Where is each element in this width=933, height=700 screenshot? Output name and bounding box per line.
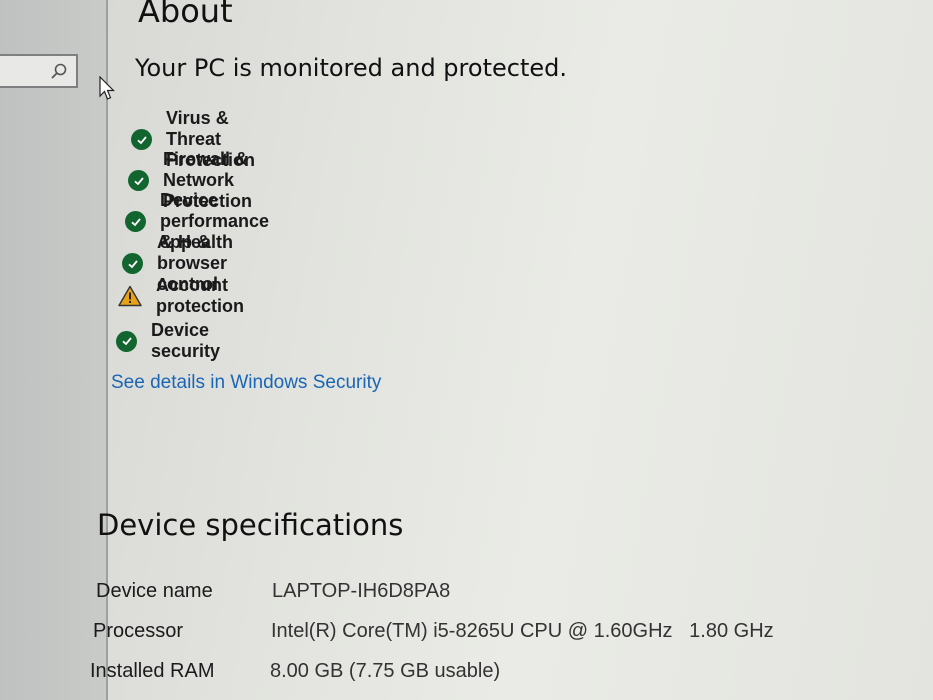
check-circle-icon xyxy=(116,330,137,352)
status-item-device-security: Device security xyxy=(116,320,220,362)
spec-label: Device name xyxy=(96,580,213,602)
mouse-pointer-icon xyxy=(99,76,115,100)
search-input[interactable] xyxy=(0,54,78,88)
check-circle-icon xyxy=(128,170,149,191)
spec-label: Processor xyxy=(93,620,184,642)
status-item-label: Account protection xyxy=(156,275,244,316)
check-circle-icon xyxy=(131,129,152,150)
navigation-pane xyxy=(0,0,108,700)
spec-value: 8.00 GB (7.75 GB usable) xyxy=(270,660,501,682)
spec-value: LAPTOP-IH6D8PA8 xyxy=(272,580,451,602)
search-icon xyxy=(51,63,67,79)
check-circle-icon xyxy=(125,211,146,232)
windows-security-details-link[interactable]: See details in Windows Security xyxy=(111,372,381,394)
check-circle-icon xyxy=(122,253,143,274)
security-status-heading: Your PC is monitored and protected. xyxy=(135,54,567,82)
status-item-label: Device security xyxy=(151,320,221,361)
warning-triangle-icon xyxy=(118,285,142,307)
spec-value: Intel(R) Core(TM) i5-8265U CPU @ 1.60GHz… xyxy=(271,620,774,642)
status-item-account-protection: Account protection xyxy=(118,275,244,317)
page-title: About xyxy=(138,0,233,30)
device-specifications-heading: Device specifications xyxy=(97,508,404,542)
spec-label: Installed RAM xyxy=(90,660,215,682)
